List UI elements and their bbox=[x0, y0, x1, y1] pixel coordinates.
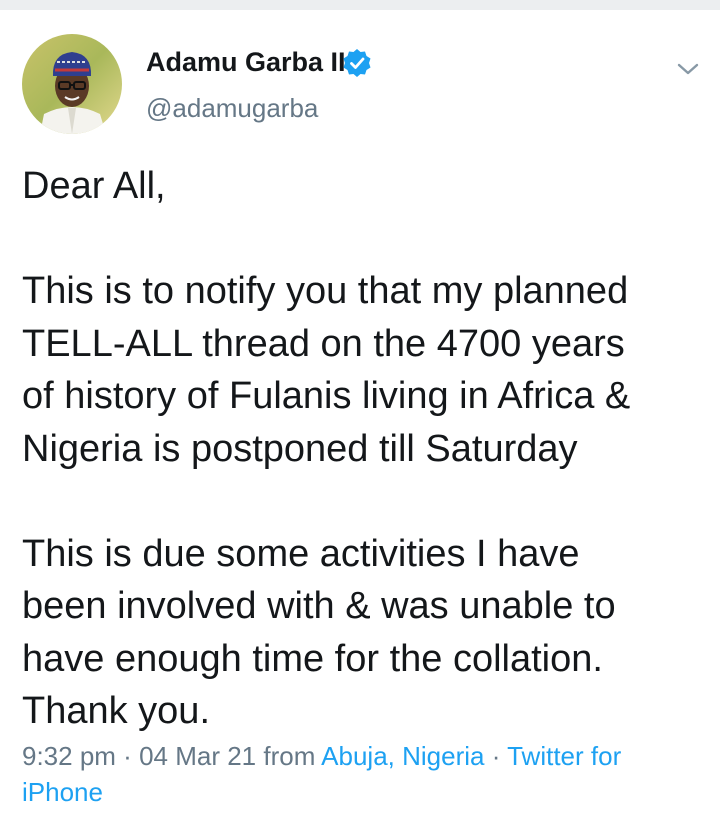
author-handle[interactable]: @adamugarba bbox=[146, 92, 318, 124]
tweet-line: have enough time for the collation. bbox=[22, 637, 603, 680]
tweet-line: This is due some activities I have bbox=[22, 532, 580, 575]
tweet-line: TELL-ALL thread on the 4700 years bbox=[22, 322, 625, 365]
tweet-greeting: Dear All, bbox=[22, 165, 166, 207]
author-name[interactable]: Adamu Garba II bbox=[146, 46, 346, 78]
avatar-image bbox=[22, 34, 122, 134]
top-divider bbox=[0, 0, 720, 10]
avatar[interactable] bbox=[22, 34, 122, 134]
tweet-line: of history of Fulanis living in Africa & bbox=[22, 375, 631, 417]
tweet-time[interactable]: 9:32 pm bbox=[22, 741, 116, 771]
location-link[interactable]: Abuja, Nigeria bbox=[321, 741, 484, 771]
from-label: from bbox=[256, 741, 322, 771]
tweet-line: Thank you. bbox=[22, 690, 210, 732]
tweet-line: Nigeria is postponed till Saturday bbox=[22, 427, 578, 470]
chevron-down-icon[interactable] bbox=[676, 60, 700, 78]
tweet-line: This is to notify you that my planned bbox=[22, 270, 629, 312]
tweet-date[interactable]: 04 Mar 21 bbox=[139, 741, 256, 771]
tweet-meta: 9:32 pm · 04 Mar 21 from Abuja, Nigeria … bbox=[22, 738, 702, 810]
tweet-line: been involved with & was unable to bbox=[22, 585, 616, 627]
meta-separator: · bbox=[484, 741, 508, 771]
tweet-card: Adamu Garba II @adamugarba Dear All, Thi… bbox=[0, 10, 720, 820]
tweet-text: Dear All, This is to notify you that my … bbox=[22, 160, 702, 738]
meta-separator: · bbox=[115, 741, 140, 771]
verified-badge-icon bbox=[343, 49, 371, 77]
